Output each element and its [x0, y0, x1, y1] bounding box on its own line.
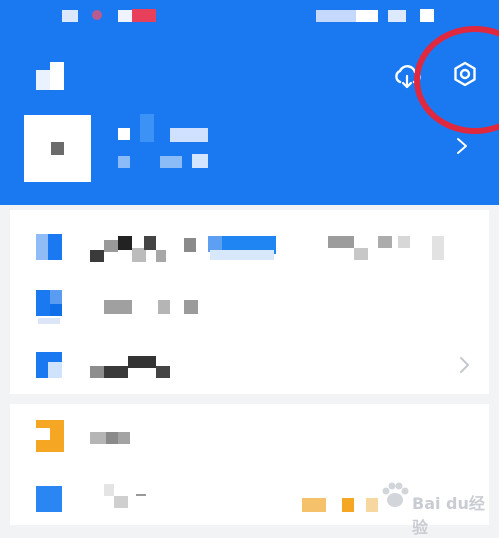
list-item[interactable]: [10, 278, 489, 336]
profile-subtitle: [192, 154, 208, 168]
blue-square-icon: [36, 234, 62, 260]
profile-subtitle: [160, 156, 182, 168]
chevron-right-icon[interactable]: [452, 134, 472, 158]
watermark-text: Bai du经验: [412, 494, 485, 537]
blue-square-icon: [36, 290, 62, 324]
orange-square-icon: [36, 420, 64, 452]
watermark: Bai du经验: [378, 472, 494, 537]
profile-header: [0, 0, 499, 205]
status-battery: [420, 9, 434, 22]
status-notification: [132, 9, 156, 22]
status-wifi: [356, 10, 378, 22]
app-logo-icon: [36, 62, 64, 90]
list-item[interactable]: [10, 210, 489, 278]
profile-subtitle: [118, 156, 130, 168]
menu-group-1: [10, 210, 489, 394]
chevron-right-icon: [456, 354, 474, 376]
blue-square-icon: [36, 486, 62, 512]
status-icon: [118, 10, 132, 22]
status-signal: [316, 10, 356, 22]
avatar[interactable]: [24, 115, 91, 182]
status-bar: [0, 0, 499, 34]
blue-flag-icon: [36, 352, 62, 378]
paw-icon: [382, 482, 409, 507]
list-item[interactable]: [10, 404, 489, 466]
status-time: [62, 10, 78, 22]
profile-name: [170, 128, 208, 142]
status-icon: [92, 10, 102, 20]
list-item[interactable]: [10, 336, 489, 394]
profile-name: [140, 114, 154, 142]
settings-highlight-circle: [414, 26, 499, 134]
profile-name: [118, 128, 130, 140]
status-battery: [388, 10, 406, 22]
